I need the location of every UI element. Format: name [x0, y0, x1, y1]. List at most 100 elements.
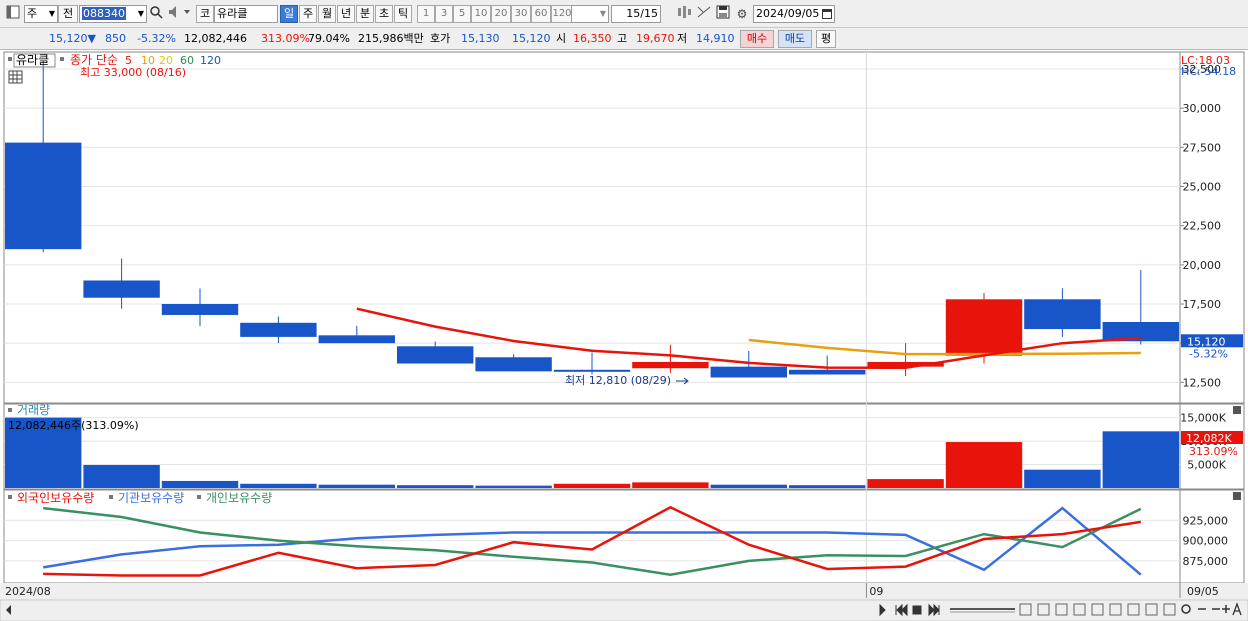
legend-marker — [8, 408, 12, 412]
volume-ratio: 313.09% — [261, 32, 310, 45]
trade-amount: 215,986백만 — [358, 32, 424, 45]
open-value: 16,350 — [573, 32, 612, 45]
window-menu-icon[interactable] — [4, 5, 22, 23]
candle-body — [632, 361, 709, 369]
candle-body — [5, 142, 82, 250]
volume-bar — [475, 485, 552, 488]
prev-button[interactable]: 전 — [58, 5, 78, 23]
interval-button[interactable]: 년 — [337, 5, 355, 23]
price-tick-label: 12,500 — [1183, 376, 1222, 389]
open-label: 시 — [556, 32, 567, 45]
price-change: 850 — [105, 32, 126, 45]
interval-button[interactable]: 주 — [299, 5, 317, 23]
interval-button[interactable]: 월 — [318, 5, 336, 23]
count-field[interactable]: 15/15 — [611, 5, 661, 23]
candle-body — [397, 346, 474, 364]
stock-code-input[interactable]: 088340 ▼ — [79, 5, 147, 23]
scroll-bar — [0, 599, 1248, 621]
volume-bar — [710, 484, 787, 488]
minute-button[interactable]: 3 — [435, 5, 453, 23]
buy-button[interactable]: 매수 — [740, 30, 774, 48]
interval-button[interactable]: 일 — [280, 5, 298, 23]
unit-select[interactable]: ▼ — [571, 5, 609, 23]
holdings-tick-label: 925,000 — [1183, 514, 1229, 527]
high-label: 고 — [617, 32, 628, 45]
volume-bar — [397, 485, 474, 488]
price-tick-label: 25,000 — [1183, 180, 1222, 193]
chevron-down-icon: ▼ — [137, 9, 144, 18]
hc-label: HC:-54.18 — [1181, 65, 1236, 78]
volume-bar — [240, 483, 317, 488]
price-tick-label: 20,000 — [1183, 259, 1222, 272]
x-axis-strip — [0, 583, 1248, 600]
volume-tick-label: 15,000K — [1180, 412, 1226, 425]
sell-button[interactable]: 매도 — [778, 30, 812, 48]
calendar-icon — [822, 8, 832, 24]
close-panel-icon — [1233, 492, 1241, 500]
chart-tools-icon[interactable] — [676, 5, 694, 23]
speaker-icon[interactable] — [166, 5, 194, 23]
cross-tool-icon[interactable] — [695, 5, 713, 23]
volume-bar — [83, 465, 160, 488]
legend-marker — [8, 495, 12, 499]
holdings-tick-label: 900,000 — [1183, 535, 1229, 548]
candle-body — [318, 335, 395, 344]
candle-body — [240, 322, 317, 337]
legend-marker — [8, 57, 12, 61]
period-select[interactable]: 주 ▼ — [24, 5, 58, 23]
holdings-legend-label: 외국인보유수량 — [17, 491, 94, 505]
volume-current-text: 12,082,446주(313.09%) — [8, 419, 139, 432]
interval-button[interactable]: 틱 — [394, 5, 412, 23]
volume-bar — [867, 479, 944, 488]
minute-button[interactable]: 5 — [453, 5, 471, 23]
last-volume-pct: 313.09% — [1189, 445, 1238, 458]
price-tick-label: 30,000 — [1183, 102, 1222, 115]
minute-button[interactable]: 20 — [491, 5, 511, 23]
volume-bar — [553, 483, 631, 488]
x-axis-end-label: 09/05 — [1187, 585, 1219, 598]
last-volume-text: 12,082K — [1186, 432, 1232, 445]
max-annotation: 최고 33,000 (08/16) — [80, 66, 186, 79]
gear-icon[interactable]: ⚙ — [733, 5, 751, 23]
candle-body — [83, 280, 160, 298]
save-icon[interactable] — [714, 5, 732, 23]
date-field[interactable]: 2024/09/05 — [753, 5, 835, 23]
minute-button[interactable]: 60 — [531, 5, 551, 23]
holdings-tick-label: 875,000 — [1183, 555, 1229, 568]
stock-name-field[interactable]: 유라클 — [214, 5, 278, 23]
chevron-down-icon: ▼ — [599, 9, 606, 18]
interval-button[interactable]: 초 — [375, 5, 393, 23]
price-legend-stock: 유라클 — [16, 53, 49, 67]
volume-value: 12,082,446 — [184, 32, 247, 45]
change-percent: -5.32% — [137, 32, 176, 45]
quote-bar: 15,120▼ 850 -5.32% 12,082,446 313.09% 79… — [0, 28, 1248, 50]
stop-icon[interactable] — [912, 605, 922, 615]
x-axis-start-label: 2024/08 — [5, 585, 51, 598]
volume-bar — [1102, 431, 1179, 488]
market-button[interactable]: 코 — [196, 5, 214, 23]
volume-bar — [318, 484, 395, 488]
table-icon — [8, 70, 23, 84]
minute-button[interactable]: 1 — [417, 5, 435, 23]
min-annotation: 최저 12,810 (08/29) — [565, 374, 671, 387]
volume-bar — [945, 442, 1023, 488]
close-panel-icon — [1233, 406, 1241, 414]
stock-chart[interactable]: 12,50015,00017,50020,00022,50025,00027,5… — [0, 50, 1248, 621]
ma-period-label: 120 — [200, 54, 221, 67]
low-value: 14,910 — [696, 32, 735, 45]
search-icon[interactable] — [147, 5, 165, 23]
turnover-ratio: 79.04% — [308, 32, 350, 45]
price-tick-label: 17,500 — [1183, 298, 1222, 311]
minute-button[interactable]: 10 — [471, 5, 491, 23]
candle-body — [475, 357, 552, 372]
ask-value: 15,130 — [461, 32, 500, 45]
minute-button[interactable]: 30 — [511, 5, 531, 23]
main-toolbar: 주 ▼ 전 088340 ▼ 코 유라클 일주월년분초틱 1 3 5 10 20 30 60… — [0, 0, 1248, 28]
bid-value: 15,120 — [512, 32, 551, 45]
minute-button[interactable]: 120 — [551, 5, 573, 23]
interval-button[interactable]: 분 — [356, 5, 374, 23]
eval-button[interactable]: 평 — [816, 30, 836, 48]
period-label: 주 — [27, 7, 38, 20]
candle-body — [710, 366, 787, 378]
volume-bar — [789, 485, 866, 488]
